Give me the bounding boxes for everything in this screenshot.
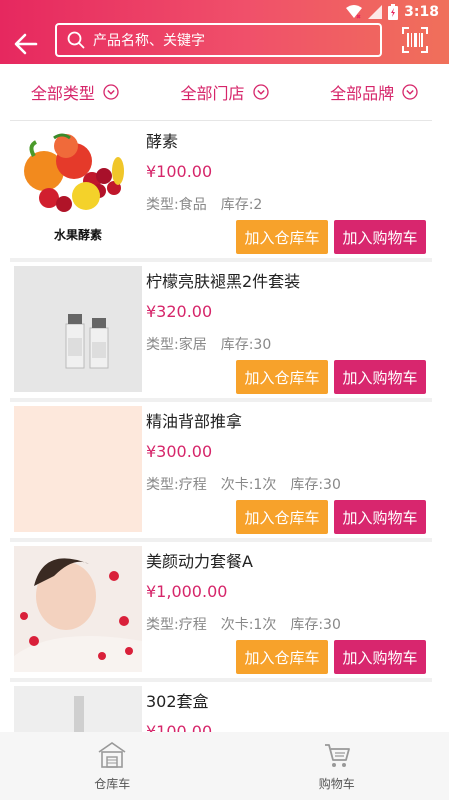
product-name: 302套盒: [146, 692, 209, 711]
chevron-down-circle-icon: [402, 84, 418, 100]
filter-type-label: 全部类型: [30, 84, 95, 103]
add-to-warehouse-button[interactable]: 加入仓库车: [236, 500, 328, 534]
product-type: 类型:食品: [146, 197, 207, 213]
product-session-card: 次卡:1次: [220, 617, 277, 633]
chevron-down-circle-icon: [252, 84, 269, 100]
tab-cart-label: 购物车: [318, 776, 355, 791]
product-name: 酵素: [146, 132, 179, 151]
product-type: 类型:疗程: [146, 617, 207, 633]
add-to-warehouse-button[interactable]: 加入仓库车: [236, 220, 328, 254]
list-item[interactable]: 精油背部推拿 ¥300.00 类型:疗程 次卡:1次 库存:30 加入仓库车 加…: [10, 402, 432, 538]
filter-type[interactable]: 全部类型: [0, 64, 150, 120]
tab-warehouse-label: 仓库车: [94, 776, 131, 791]
product-list[interactable]: 水果酵素 酵素 ¥100.00 类型:食品 库存:2 加入仓库车 加入购物车 柠…: [0, 122, 449, 732]
search-placeholder: 产品名称、关键字: [93, 33, 205, 49]
battery-icon: [388, 4, 399, 20]
product-price: ¥320.00: [146, 302, 213, 321]
product-name: 精油背部推拿: [146, 412, 243, 431]
product-meta: 类型:家居 库存:30: [146, 334, 271, 354]
wifi-icon: [346, 5, 363, 19]
add-to-cart-button[interactable]: 加入购物车: [334, 640, 426, 674]
product-image: [14, 546, 142, 672]
signal-icon: [368, 5, 383, 19]
product-meta: 类型:疗程 次卡:1次 库存:30: [146, 614, 341, 634]
product-price: ¥1,000.00: [146, 582, 228, 601]
spa-face-image: [14, 546, 142, 672]
tab-shopping-cart[interactable]: 购物车: [225, 732, 449, 800]
product-name: 柠檬亮肤褪黑2件套装: [146, 272, 301, 291]
product-name: 美颜动力套餐A: [146, 552, 253, 571]
cart-icon: [324, 743, 350, 767]
product-price: ¥100.00: [146, 162, 213, 181]
list-item[interactable]: 美颜动力套餐A ¥1,000.00 类型:疗程 次卡:1次 库存:30 加入仓库…: [10, 542, 432, 678]
filter-store[interactable]: 全部门店: [150, 64, 300, 120]
top-app-bar: 3:18 产品名称、关键字: [0, 0, 449, 64]
list-item[interactable]: 水果酵素 酵素 ¥100.00 类型:食品 库存:2 加入仓库车 加入购物车: [10, 122, 432, 258]
product-price: ¥100.00: [146, 722, 213, 732]
list-item[interactable]: 柠檬亮肤褪黑2件套装 ¥320.00 类型:家居 库存:30 加入仓库车 加入购…: [10, 262, 432, 398]
back-arrow-icon[interactable]: [12, 30, 40, 58]
product-price: ¥300.00: [146, 442, 213, 461]
barcode-scan-icon[interactable]: [402, 27, 428, 53]
tab-warehouse-cart[interactable]: 仓库车: [0, 732, 225, 800]
product-type: 类型:疗程: [146, 477, 207, 493]
add-to-cart-button[interactable]: 加入购物车: [334, 220, 426, 254]
divider: [10, 120, 432, 121]
chevron-down-circle-icon: [103, 84, 119, 100]
status-bar: 3:18: [346, 2, 439, 22]
add-to-cart-button[interactable]: 加入购物车: [334, 500, 426, 534]
bottom-tab-bar: 仓库车 购物车: [0, 732, 449, 800]
warehouse-icon: [98, 741, 126, 768]
filter-bar: 全部类型 全部门店 全部品牌: [0, 64, 449, 120]
product-meta: 类型:食品 库存:2: [146, 194, 262, 214]
list-item[interactable]: 302套盒 ¥100.00: [10, 682, 432, 732]
add-to-warehouse-button[interactable]: 加入仓库车: [236, 360, 328, 394]
bottle-image: [65, 314, 109, 369]
filter-store-label: 全部门店: [180, 84, 245, 103]
add-to-warehouse-button[interactable]: 加入仓库车: [236, 640, 328, 674]
add-to-cart-button[interactable]: 加入购物车: [334, 360, 426, 394]
product-image: 水果酵素: [14, 126, 142, 252]
status-time: 3:18: [404, 4, 439, 20]
filter-brand-label: 全部品牌: [330, 84, 395, 103]
box-image: [74, 696, 84, 732]
product-image: [14, 686, 142, 732]
product-image: [14, 266, 142, 392]
search-input[interactable]: 产品名称、关键字: [55, 23, 382, 57]
product-stock: 库存:30: [290, 617, 341, 633]
product-type: 类型:家居: [146, 337, 207, 353]
product-stock: 库存:2: [220, 197, 263, 213]
product-image-placeholder: [14, 406, 142, 532]
image-caption: 水果酵素: [53, 228, 102, 242]
product-stock: 库存:30: [220, 337, 272, 353]
product-stock: 库存:30: [290, 477, 341, 493]
product-meta: 类型:疗程 次卡:1次 库存:30: [146, 474, 341, 494]
search-icon: [67, 31, 85, 49]
product-session-card: 次卡:1次: [220, 477, 277, 493]
filter-brand[interactable]: 全部品牌: [299, 64, 449, 120]
